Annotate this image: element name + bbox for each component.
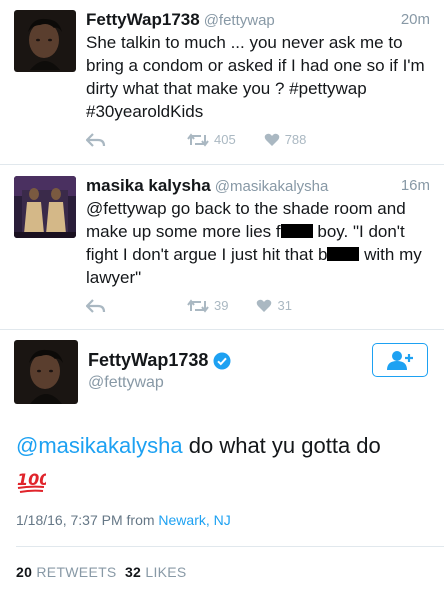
handle[interactable]: @fettywap [204,12,275,29]
follow-button[interactable] [372,343,428,377]
reply-icon [86,298,106,313]
tweet-text: @masikakalysha do what yu gotta do [16,432,436,460]
handle[interactable]: @fettywap [88,374,164,392]
retweets-count[interactable]: 20 [16,564,32,580]
mention-link[interactable]: @masikakalysha [16,433,183,458]
tweet-timestamp: 1/18/16, 7:37 PM from [16,512,159,528]
tweet-text: @fettywap go back to the shade room and … [86,197,432,289]
retweet-icon [187,298,209,313]
like-count: 788 [284,132,307,147]
add-user-icon [387,351,413,370]
retweets-label[interactable]: RETWEETS [36,564,116,580]
timestamp: 20m [400,11,430,28]
location-link[interactable]: Newark, NJ [158,512,230,528]
heart-icon [257,299,272,312]
retweet-count: 39 [214,298,229,313]
likes-count[interactable]: 32 [125,564,141,580]
display-name[interactable]: FettyWap1738 [86,10,200,29]
redaction-bar [327,247,360,261]
handle[interactable]: @masikakalysha [215,178,329,195]
display-name[interactable]: masika kalysha [86,176,211,195]
retweet-button[interactable]: 405 [187,132,236,147]
reply-button[interactable] [86,132,111,147]
like-button[interactable]: 788 [264,132,307,147]
divider [0,164,444,165]
divider [16,546,444,547]
hundred-points-emoji: 100 [16,468,50,499]
likes-label[interactable]: LIKES [145,564,186,580]
retweet-button[interactable]: 39 [187,298,228,313]
like-button[interactable]: 31 [256,298,292,313]
display-name[interactable]: FettyWap1738 [88,350,208,371]
reply-button[interactable] [86,298,111,313]
tweet-text-body: do what yu gotta do [182,433,381,458]
timestamp: 16m [400,177,430,194]
avatar[interactable] [14,176,76,238]
tweet-text: She talkin to much ... you never ask me … [86,33,425,121]
heart-icon [264,133,279,146]
avatar[interactable] [14,340,78,404]
divider [0,329,444,330]
retweet-count: 405 [214,132,236,147]
retweet-icon [187,132,209,147]
verified-icon [213,352,231,369]
avatar[interactable] [14,10,76,72]
reply-icon [86,132,106,147]
like-count: 31 [277,298,292,313]
redaction-bar [280,224,313,238]
